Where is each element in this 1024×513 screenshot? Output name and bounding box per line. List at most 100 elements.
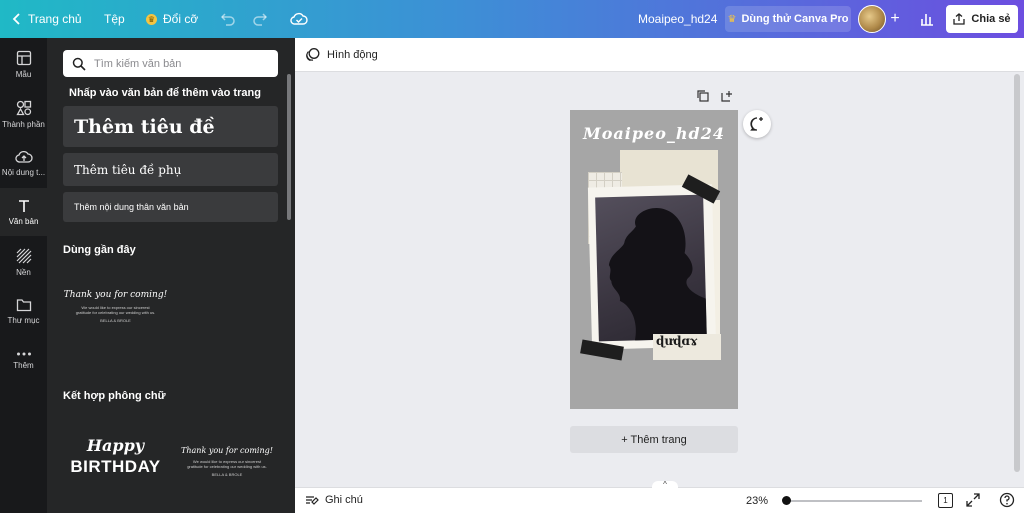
document-title[interactable]: Moaipeo_hd24 <box>638 0 717 38</box>
cloud-save-button[interactable] <box>289 9 309 29</box>
animate-icon <box>306 48 320 62</box>
rail-label: Thư mục <box>7 315 40 325</box>
thank-you-script-text: Thank you for coming! <box>181 446 273 455</box>
undo-icon <box>220 13 235 26</box>
help-button[interactable] <box>999 492 1015 511</box>
add-comment-button[interactable] <box>743 110 771 138</box>
rail-item-elements[interactable]: Thành phần <box>0 90 47 138</box>
duplicate-page-icon[interactable] <box>697 90 709 102</box>
add-body-text-button[interactable]: Thêm nội dung thân văn bản <box>63 192 278 222</box>
avatar[interactable] <box>858 5 886 33</box>
search-input[interactable] <box>94 57 264 70</box>
rail-label: Văn bản <box>8 216 39 226</box>
rail-item-uploads[interactable]: Nội dung t... <box>0 139 47 187</box>
rail-label: Nội dung t... <box>1 167 46 177</box>
add-page-button[interactable]: + Thêm trang <box>570 426 738 453</box>
silhouette-image <box>608 208 707 341</box>
add-subheading-button[interactable]: Thêm tiêu đề phụ <box>63 153 278 186</box>
add-collaborator-button[interactable]: + <box>885 9 905 29</box>
top-bar: Trang chủ Tệp ♛ Đổi cỡ Moaipeo_hd24 ♛ Dù… <box>0 0 1024 38</box>
search-icon <box>72 57 86 71</box>
chevron-left-icon <box>12 13 20 25</box>
combo-thank-you[interactable]: Thank you for coming! We would like to e… <box>177 446 277 496</box>
redo-icon <box>253 13 268 26</box>
crown-icon: ♛ <box>146 13 157 25</box>
zoom-level[interactable]: 23% <box>746 495 768 507</box>
zoom-slider-knob[interactable] <box>782 496 791 505</box>
crown-icon: ♛ <box>727 13 737 25</box>
editor-toolbar: Hình động <box>295 38 1024 72</box>
folder-icon <box>16 298 31 311</box>
bar-chart-icon <box>921 14 933 26</box>
more-dots-icon <box>16 352 31 355</box>
rail-item-text[interactable]: Văn bản <box>0 188 47 236</box>
zoom-slider-track[interactable] <box>789 500 922 502</box>
animate-button[interactable]: Hình động <box>305 47 378 62</box>
rail-label: Thêm <box>13 360 34 370</box>
font-combos-heading: Kết hợp phông chữ <box>63 390 166 402</box>
redo-button[interactable] <box>250 9 270 29</box>
rail-item-folders[interactable]: Thư mục <box>0 287 47 335</box>
resize-menu[interactable]: ♛ Đổi cỡ <box>146 0 198 38</box>
document-title-text: Moaipeo_hd24 <box>638 12 718 26</box>
home-link[interactable]: Trang chủ <box>12 0 82 38</box>
share-upload-icon <box>953 13 966 25</box>
undo-button[interactable] <box>218 9 238 29</box>
animate-label: Hình động <box>327 48 378 61</box>
canvas-scrollbar[interactable] <box>1014 74 1020 472</box>
layout-icon <box>16 50 31 65</box>
page-count-button[interactable]: 1 <box>938 493 953 508</box>
share-button[interactable]: Chia sẻ <box>946 5 1018 33</box>
rail-item-templates[interactable]: Mẫu <box>0 40 47 88</box>
file-label: Tệp <box>104 12 125 26</box>
search-box[interactable] <box>63 50 278 77</box>
combo-happy-birthday[interactable]: Happy BIRTHDAY <box>63 436 168 496</box>
insights-button[interactable] <box>917 9 937 29</box>
notes-button[interactable]: Ghi chú <box>305 494 363 506</box>
footer-bar: ^ Ghi chú 23% 1 <box>295 481 1024 513</box>
thank-you-script-text: Thank you for coming! <box>63 290 168 300</box>
panel-scrollbar[interactable] <box>287 74 291 220</box>
rail-label: Mẫu <box>15 69 32 79</box>
thank-you-sign: BELLA & BROLE <box>100 318 131 323</box>
rail-item-background[interactable]: Nền <box>0 238 47 286</box>
rail-item-more[interactable]: Thêm <box>0 336 47 384</box>
comment-plus-icon <box>750 117 763 131</box>
design-page[interactable]: Moaipeo_hd24 ɖưɖɑɤ <box>570 110 738 409</box>
cloud-upload-icon <box>14 150 33 163</box>
page-tools <box>697 90 733 102</box>
text-panel: Nhấp vào văn bản để thêm vào trang Thêm … <box>47 38 295 513</box>
try-pro-button[interactable]: ♛ Dùng thử Canva Pro <box>725 6 851 32</box>
chevron-up-icon: ^ <box>663 480 667 489</box>
birthday-text: BIRTHDAY <box>70 457 161 476</box>
notes-label: Ghi chú <box>325 494 363 506</box>
click-hint: Nhấp vào văn bản để thêm vào trang <box>69 87 261 99</box>
share-label: Chia sẻ <box>971 13 1011 25</box>
cloud-check-icon <box>290 12 308 25</box>
sticker-label[interactable]: ɖưɖɑɤ <box>653 334 721 360</box>
notes-icon <box>306 496 319 505</box>
recent-template-thank-you[interactable]: Thank you for coming! We would like to e… <box>63 290 168 340</box>
fullscreen-button[interactable] <box>966 493 980 510</box>
try-pro-label: Dùng thử Canva Pro <box>741 13 849 25</box>
file-menu[interactable]: Tệp <box>104 0 125 38</box>
rail-label: Thành phần <box>2 119 45 129</box>
help-icon <box>999 492 1015 508</box>
portrait-photo[interactable] <box>595 194 707 342</box>
rail-label: Nền <box>16 267 31 277</box>
page-count: 1 <box>943 496 948 505</box>
page-title-text[interactable]: Moaipeo_hd24 <box>570 124 738 143</box>
text-t-icon <box>18 199 29 212</box>
plus-icon: + <box>890 10 900 27</box>
thank-you-line2: gratitude for celebrating our wedding wi… <box>187 464 267 469</box>
recent-heading: Dùng gần đây <box>63 244 136 256</box>
hatch-icon <box>16 248 31 263</box>
add-page-icon[interactable] <box>721 90 733 102</box>
add-heading-button[interactable]: Thêm tiêu đề <box>63 106 278 147</box>
thank-you-line2: gratitude for celebrating our wedding wi… <box>75 310 156 315</box>
show-pages-handle[interactable]: ^ <box>652 481 678 489</box>
home-label: Trang chủ <box>28 12 82 26</box>
resize-label: Đổi cỡ <box>163 12 199 26</box>
expand-icon <box>966 493 980 507</box>
thank-you-sign: BELLA & BROLE <box>211 472 243 477</box>
